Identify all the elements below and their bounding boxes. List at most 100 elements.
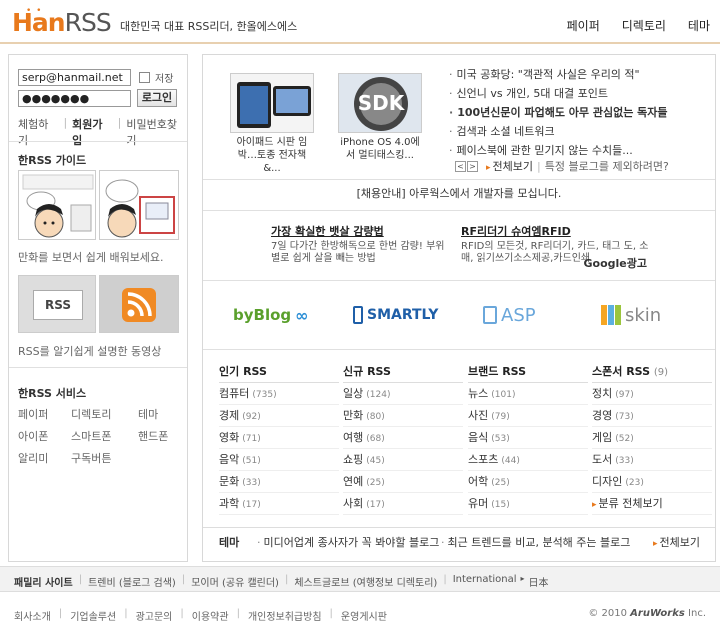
category-sponsor: 스폰서 RSS (9) 정치 (97) 경영 (73) 게임 (52) 도서 (33) … (592, 361, 712, 515)
partner-skin-label: skin (625, 304, 662, 326)
category-all-link[interactable]: ▸ 분류 전체보기 (592, 493, 712, 515)
arrow-right-icon: ▸ (592, 500, 597, 510)
category-row[interactable]: 음식 (53) (468, 427, 588, 449)
category-row[interactable]: 음악 (51) (219, 449, 339, 471)
rss-feed-icon (122, 288, 156, 322)
hanrss-logo[interactable]: • • HanRSS (12, 6, 112, 37)
service-paper[interactable]: 페이퍼 (18, 406, 71, 422)
comic-thumb-2[interactable] (99, 170, 179, 240)
family-site-link[interactable]: 모이머 (공유 캘린더) (191, 574, 279, 589)
footer-link[interactable]: 운영게시판 (341, 608, 387, 623)
family-site-link[interactable]: 체스트글로브 (여행정보 디렉토리) (294, 574, 437, 589)
service-smartphone[interactable]: 스마트폰 (71, 428, 138, 444)
nav-paper[interactable]: 페이퍼 (567, 17, 600, 34)
divider (9, 367, 187, 368)
category-row[interactable]: 도서 (33) (592, 449, 712, 471)
news-thumb-ipad[interactable] (230, 73, 314, 133)
separator: | (443, 574, 447, 585)
separator: | (180, 608, 184, 619)
comic-illustration-icon (19, 171, 95, 239)
divider (203, 210, 715, 211)
guide-caption-comic[interactable]: 만화를 보면서 쉽게 배워보세요. (18, 249, 164, 265)
category-row[interactable]: 여행 (68) (343, 427, 463, 449)
document-icon (483, 306, 497, 324)
category-row[interactable]: 컴퓨터 (735) (219, 383, 339, 405)
exclude-blog-link[interactable]: 특정 블로그를 제외하려면? (545, 158, 669, 174)
category-row[interactable]: 경제 (92) (219, 405, 339, 427)
video-thumb-2[interactable] (99, 275, 179, 333)
video-thumb-1[interactable]: RSS (18, 275, 96, 333)
category-row[interactable]: 경영 (73) (592, 405, 712, 427)
footer-link[interactable]: 이용약관 (192, 608, 229, 623)
news-thumb-sdk[interactable]: SDK (338, 73, 422, 133)
news-caption-ipad[interactable]: 아이패드 시판 임박…토종 전자책 &... (230, 136, 314, 175)
service-iphone[interactable]: 아이폰 (18, 428, 71, 444)
theme-item[interactable]: · 최근 트렌드를 비교, 분석해 주는 블로그 (441, 534, 630, 550)
news-caption-sdk[interactable]: iPhone OS 4.0에서 멀티태스킹... (338, 136, 422, 162)
category-row[interactable]: 쇼핑 (45) (343, 449, 463, 471)
category-brand: 브랜드 RSS 뉴스 (101) 사진 (79) 음식 (53) 스포츠 (44) 어학… (468, 361, 588, 515)
category-row[interactable]: 정치 (97) (592, 383, 712, 405)
category-row[interactable]: 영화 (71) (219, 427, 339, 449)
service-directory[interactable]: 디렉토리 (71, 406, 138, 422)
partner-asp[interactable]: ASP (483, 300, 536, 330)
category-row[interactable]: 연예 (25) (343, 471, 463, 493)
footer-link[interactable]: 회사소개 (14, 608, 51, 623)
services-title: 한RSS 서비스 (18, 387, 87, 400)
trial-link[interactable]: 체험하기 (18, 116, 58, 148)
headline-item[interactable]: · 신언니 vs 개인, 5대 대결 포인트 (449, 84, 668, 103)
guide-caption-video[interactable]: RSS를 알기쉽게 설명한 동영상 (18, 343, 161, 359)
partner-smartly[interactable]: SMARTLY (353, 300, 438, 330)
password-field[interactable] (18, 89, 131, 107)
headline-item[interactable]: · 미국 공화당: "객관적 사실은 우리의 적" (449, 65, 668, 84)
sdk-label: SDK (357, 91, 405, 115)
recruit-notice[interactable]: [채용안내] 아루웍스에서 개발자를 모십니다. (203, 185, 715, 201)
next-icon[interactable]: > (467, 160, 478, 172)
international-link[interactable]: International (453, 574, 517, 589)
category-row[interactable]: 사진 (79) (468, 405, 588, 427)
nav-directory[interactable]: 디렉토리 (622, 17, 666, 34)
theme-bar: 테마 · 미디어업계 종사자가 꼭 봐야할 블로그 · 최근 트렌드를 비교, 분석… (203, 527, 715, 553)
email-field[interactable] (18, 69, 131, 86)
partner-smartly-label: SMARTLY (367, 307, 439, 323)
comic-thumb-1[interactable] (18, 170, 96, 240)
ad-diet[interactable]: 가장 확실한 뱃살 감량법 7일 다가간 한방해독으로 한번 감량! 부위별로 … (271, 223, 453, 265)
category-row[interactable]: 과학 (17) (219, 493, 339, 515)
partner-byblog[interactable]: byBlog ∞ (233, 300, 308, 330)
category-row[interactable]: 문화 (33) (219, 471, 339, 493)
headline-item[interactable]: · 검색과 소셜 네트워크 (449, 122, 668, 141)
logo-dots-icon: • • (26, 6, 43, 16)
service-theme[interactable]: 테마 (138, 406, 188, 422)
category-row[interactable]: 스포츠 (44) (468, 449, 588, 471)
service-subscribe-button[interactable]: 구독버튼 (71, 450, 138, 466)
category-row[interactable]: 게임 (52) (592, 427, 712, 449)
theme-all-link[interactable]: ▸ 전체보기 (653, 534, 700, 550)
service-alert[interactable]: 알리미 (18, 450, 71, 466)
category-row[interactable]: 만화 (80) (343, 405, 463, 427)
category-row[interactable]: 디자인 (23) (592, 471, 712, 493)
service-handphone[interactable]: 핸드폰 (138, 428, 188, 444)
category-row[interactable]: 일상 (124) (343, 383, 463, 405)
separator: | (329, 608, 333, 619)
footer-link[interactable]: 기업솔루션 (70, 608, 116, 623)
footer-link[interactable]: 광고문의 (136, 608, 173, 623)
prev-icon[interactable]: < (455, 160, 466, 172)
google-ads-label[interactable]: Google광고 (584, 255, 648, 271)
save-login-checkbox[interactable] (139, 72, 150, 83)
theme-item[interactable]: · 미디어업계 종사자가 꼭 봐야할 블로그 (257, 534, 439, 550)
separator: | (117, 116, 122, 129)
login-button[interactable]: 로그인 (137, 89, 177, 107)
family-site-link[interactable]: 트렌비 (블로그 검색) (88, 574, 176, 589)
signup-link[interactable]: 회원가입 (72, 116, 112, 148)
nav-theme[interactable]: 테마 (688, 17, 710, 34)
footer-link[interactable]: 개인정보취급방침 (248, 608, 322, 623)
japan-link[interactable]: 日本 (529, 574, 549, 589)
category-row[interactable]: 뉴스 (101) (468, 383, 588, 405)
find-password-link[interactable]: 비밀번호찾기 (126, 116, 187, 148)
headlines-more-link[interactable]: 전체보기 (486, 158, 533, 174)
headline-item[interactable]: · 100년신문이 파업해도 아무 관심없는 독자들 (449, 103, 668, 122)
category-row[interactable]: 사회 (17) (343, 493, 463, 515)
category-row[interactable]: 유머 (15) (468, 493, 588, 515)
partner-skin[interactable]: skin (601, 300, 661, 330)
category-row[interactable]: 어학 (25) (468, 471, 588, 493)
